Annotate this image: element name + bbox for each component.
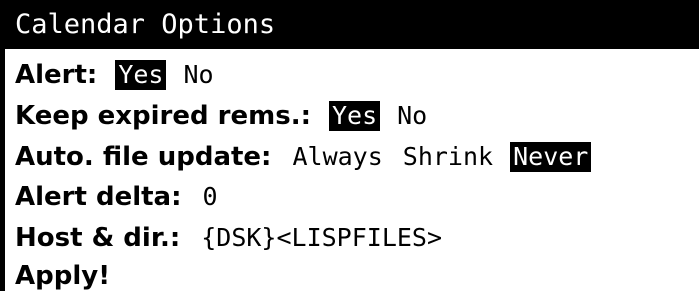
auto-file-update-option-row: Auto. file update: Always Shrink Never [15,137,605,177]
alert-delta-option-row: Alert delta: 0 [15,177,221,217]
keep-expired-no-option[interactable]: No [394,101,430,131]
keep-expired-label[interactable]: Keep expired rems.: [15,101,311,131]
calendar-options-window: Calendar Options Alert: Yes No Keep expi… [0,0,699,291]
alert-label[interactable]: Alert: [15,60,97,90]
host-dir-label[interactable]: Host & dir.: [15,223,180,253]
keep-expired-option-row: Keep expired rems.: Yes No [15,96,444,136]
alert-delta-label[interactable]: Alert delta: [15,182,182,212]
window-title-bar[interactable]: Calendar Options [5,0,699,49]
apply-button[interactable]: Apply! [15,261,110,291]
auto-file-update-always-option[interactable]: Always [289,142,385,172]
auto-file-update-label[interactable]: Auto. file update: [15,142,271,172]
host-dir-option-row: Host & dir.: {DSK}<LISPFILES> [15,218,445,258]
host-dir-value[interactable]: {DSK}<LISPFILES> [198,223,445,253]
alert-option-row: Alert: Yes No [15,55,231,95]
alert-no-option[interactable]: No [180,60,216,90]
auto-file-update-never-option[interactable]: Never [510,142,592,172]
apply-option-row: Apply! [15,256,128,296]
keep-expired-yes-option[interactable]: Yes [328,101,381,131]
window-title: Calendar Options [15,9,276,40]
alert-yes-option[interactable]: Yes [115,60,167,90]
alert-delta-value[interactable]: 0 [200,182,221,212]
auto-file-update-shrink-option[interactable]: Shrink [400,142,496,172]
